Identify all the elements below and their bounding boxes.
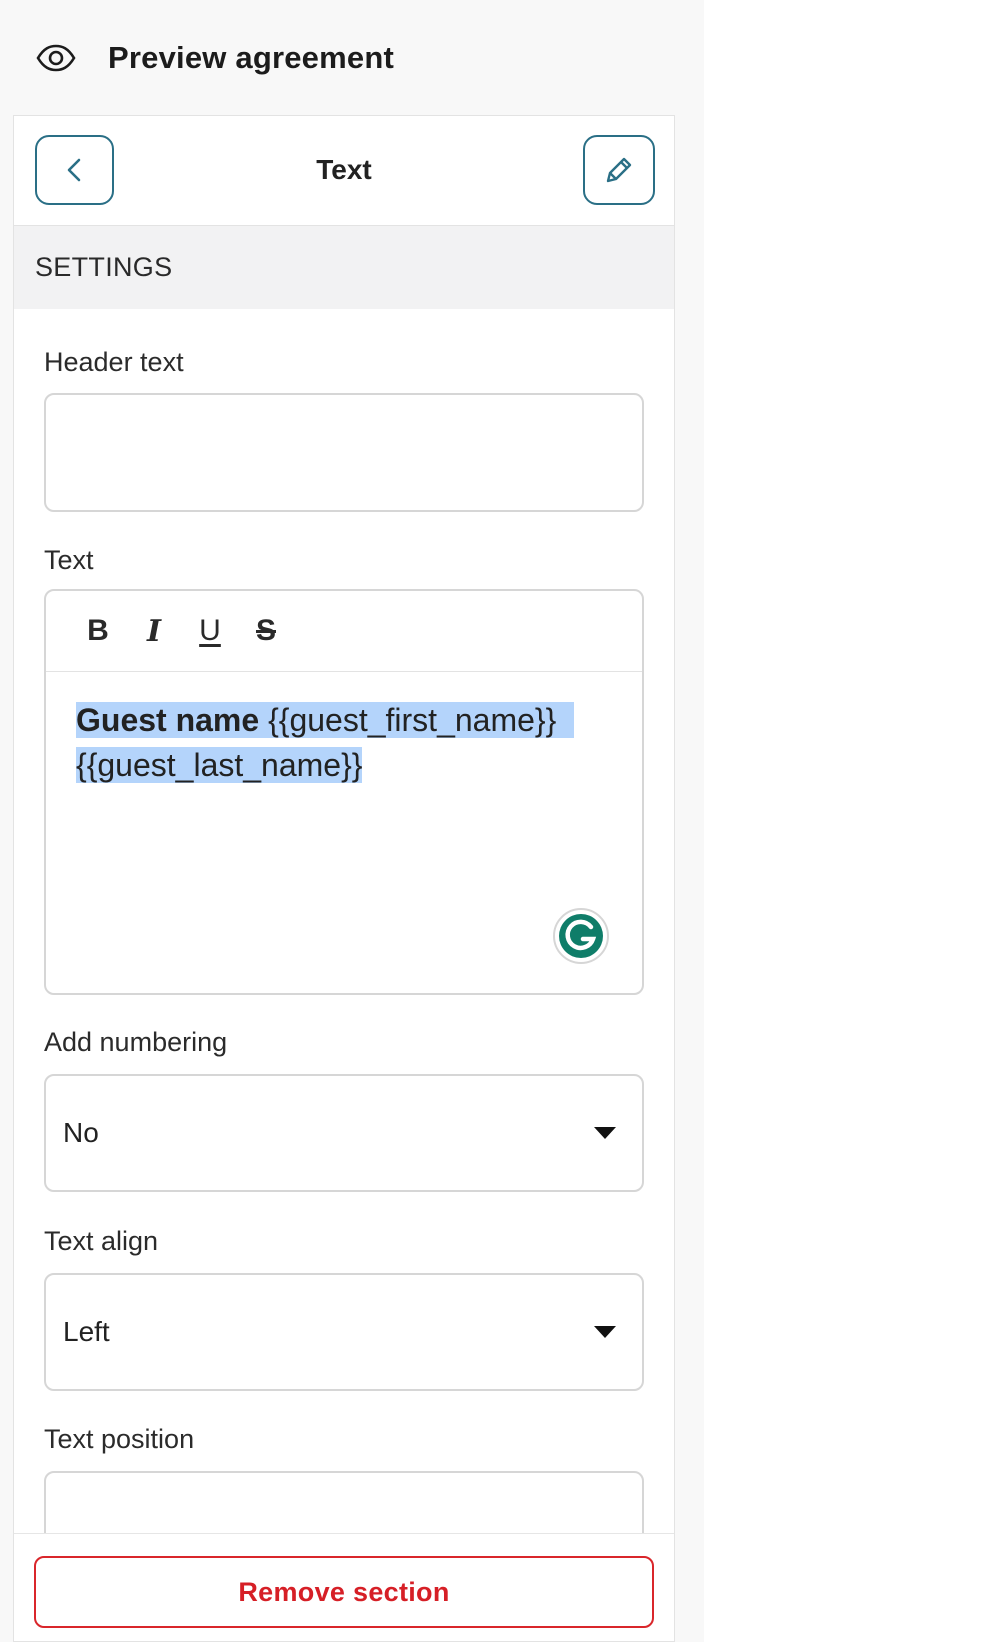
settings-heading: SETTINGS: [14, 226, 674, 309]
editor-toolbar: B I U S: [46, 591, 642, 672]
panel-header: Text: [14, 116, 674, 226]
first-name-placeholder: {{guest_first_name}}: [259, 702, 557, 738]
text-editor[interactable]: B I U S Guest name {{guest_first_name}} …: [44, 589, 644, 995]
header-text-input[interactable]: [44, 393, 644, 512]
eye-icon: [36, 44, 76, 72]
text-align-value: Left: [63, 1316, 110, 1347]
last-name-placeholder: {{guest_last_name}}: [76, 747, 363, 783]
edit-button[interactable]: [583, 135, 655, 205]
add-numbering-value: No: [63, 1117, 99, 1148]
caret-down-icon: [594, 1127, 616, 1139]
text-align-select[interactable]: Left: [44, 1273, 644, 1391]
text-label: Text: [44, 545, 94, 575]
add-numbering-label: Add numbering: [44, 1027, 228, 1057]
preview-bar[interactable]: Preview agreement: [0, 0, 704, 115]
section-settings-panel: Text SETTINGS Header text Text B I U S G…: [13, 115, 675, 1642]
pencil-icon: [606, 157, 632, 183]
header-text-label: Header text: [44, 347, 184, 377]
preview-agreement-link[interactable]: Preview agreement: [108, 40, 394, 76]
text-position-label: Text position: [44, 1424, 195, 1454]
selected-text: Guest name {{guest_first_name}}: [76, 702, 575, 738]
panel-title: Text: [316, 154, 372, 185]
settings-form: Header text Text B I U S Guest name {{gu…: [14, 309, 674, 1618]
caret-down-icon: [594, 1326, 616, 1338]
panel-footer: Remove section: [14, 1533, 674, 1641]
bold-button[interactable]: B: [76, 609, 120, 653]
bold-text: Guest name: [76, 702, 260, 738]
remove-section-button[interactable]: Remove section: [34, 1556, 654, 1628]
italic-button[interactable]: I: [132, 609, 176, 653]
grammarly-icon[interactable]: [552, 907, 610, 965]
underline-button[interactable]: U: [188, 609, 232, 653]
add-numbering-select[interactable]: No: [44, 1074, 644, 1192]
editor-content[interactable]: Guest name {{guest_first_name}} {{guest_…: [46, 672, 642, 788]
strikethrough-button[interactable]: S: [244, 609, 288, 653]
text-align-label: Text align: [44, 1226, 159, 1256]
